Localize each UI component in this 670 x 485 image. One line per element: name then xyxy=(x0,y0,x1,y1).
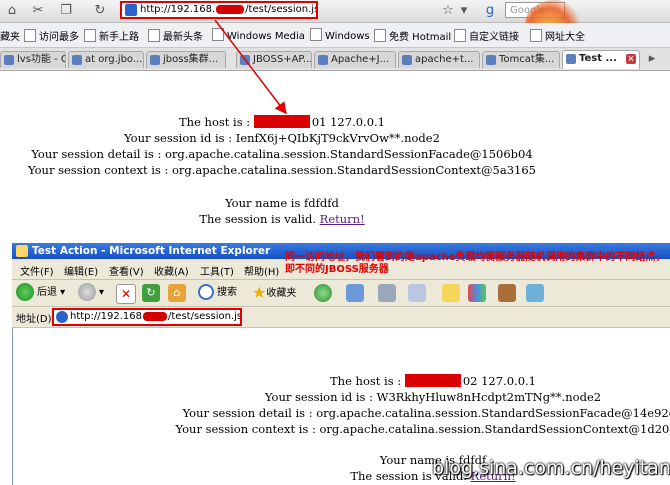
refresh-icon[interactable]: ↻ xyxy=(142,284,160,302)
menu-favorites[interactable]: 收藏(A) xyxy=(154,263,189,278)
forward-button[interactable]: ▾ xyxy=(78,283,104,303)
stop-icon[interactable]: ✕ xyxy=(116,284,136,304)
session-detail-line-2: Your session detail is : org.apache.cata… xyxy=(182,406,670,420)
ie-url-input[interactable]: http://192.168/test/session.jsp xyxy=(52,308,242,326)
back-button[interactable]: 后退 ▾ xyxy=(16,283,65,303)
menu-view[interactable]: 查看(V) xyxy=(109,263,144,278)
blog-watermark: blog.sina.com.cn/heyitang xyxy=(432,457,670,479)
session-id-line-2: Your session id is : W3RkhyHluw8nHcdpt2m… xyxy=(264,390,602,404)
ie-page-icon xyxy=(56,311,68,323)
edit-icon[interactable] xyxy=(408,284,426,302)
arrow-url-to-host xyxy=(214,19,287,115)
tools-icon[interactable] xyxy=(526,284,544,302)
menu-edit[interactable]: 编辑(E) xyxy=(64,263,98,278)
history-icon[interactable] xyxy=(314,284,332,302)
menu-help[interactable]: 帮助(H) xyxy=(244,263,279,278)
print-icon[interactable] xyxy=(378,284,396,302)
session-context-line-2: Your session context is : org.apache.cat… xyxy=(175,422,670,436)
ie-toolbar: 后退 ▾ ▾ ✕ ↻ ⌂ 搜索 ★收藏夹 xyxy=(12,280,670,307)
forward-arrow-icon xyxy=(78,283,96,301)
research-icon[interactable] xyxy=(498,284,516,302)
address-label: 地址(D) xyxy=(16,314,52,325)
messenger-icon[interactable] xyxy=(468,284,486,302)
annotation-note: 同一访问地址，我们看到的是apache负载均衡服务器随机调用的集群中的不同结点，… xyxy=(285,252,666,275)
mail-icon[interactable] xyxy=(346,284,364,302)
search-button[interactable]: 搜索 xyxy=(198,283,237,303)
ie-window-icon xyxy=(16,245,28,257)
back-arrow-icon xyxy=(16,283,34,301)
folder-icon[interactable] xyxy=(442,284,460,302)
redaction-mark xyxy=(143,311,167,321)
favorites-button[interactable]: ★收藏夹 xyxy=(252,283,296,303)
redaction-mark xyxy=(404,374,461,387)
menu-tools[interactable]: 工具(T) xyxy=(200,263,234,278)
menu-file[interactable]: 文件(F) xyxy=(20,263,54,278)
ie-address-bar: 地址(D) http://192.168/test/session.jsp xyxy=(12,307,670,328)
star-icon: ★ xyxy=(252,283,267,302)
host-line-2: The host is : 02 127.0.0.1 xyxy=(330,374,536,388)
magnifier-icon xyxy=(198,284,214,300)
home-icon[interactable]: ⌂ xyxy=(168,284,186,302)
